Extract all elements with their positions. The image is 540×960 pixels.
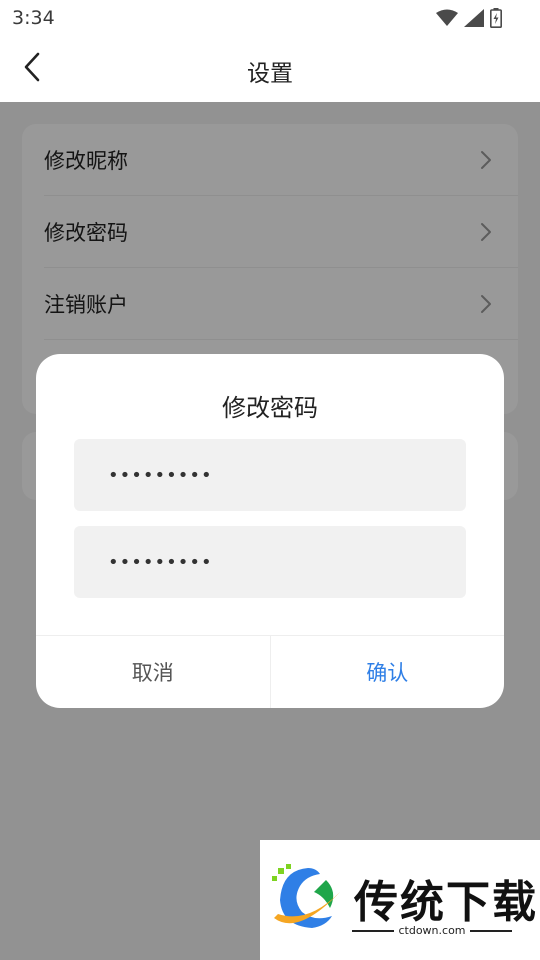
watermark-brand: 传统下载 — [354, 877, 538, 928]
watermark: 传统下载 ctdown.com — [260, 840, 540, 960]
change-password-dialog: 修改密码 取消 确认 — [36, 354, 504, 708]
divider — [352, 929, 395, 932]
status-time: 3:34 — [12, 7, 55, 29]
password-input-2[interactable] — [74, 526, 466, 598]
app-header: 设置 — [0, 36, 540, 102]
wifi-icon — [436, 9, 458, 31]
status-bar: 3:34 — [0, 0, 540, 36]
page-title: 设置 — [247, 61, 293, 87]
cancel-button[interactable]: 取消 — [36, 636, 271, 708]
signal-icon — [464, 9, 484, 31]
watermark-url: ctdown.com — [398, 924, 466, 937]
confirm-button[interactable]: 确认 — [271, 636, 505, 708]
dialog-title: 修改密码 — [222, 394, 318, 422]
dialog-footer: 取消 确认 — [36, 635, 504, 708]
password-input-1[interactable] — [74, 439, 466, 511]
watermark-logo-icon — [268, 862, 346, 940]
battery-icon — [490, 8, 502, 32]
status-icons — [436, 8, 502, 32]
divider — [469, 929, 512, 932]
watermark-url-row: ctdown.com — [352, 924, 512, 937]
